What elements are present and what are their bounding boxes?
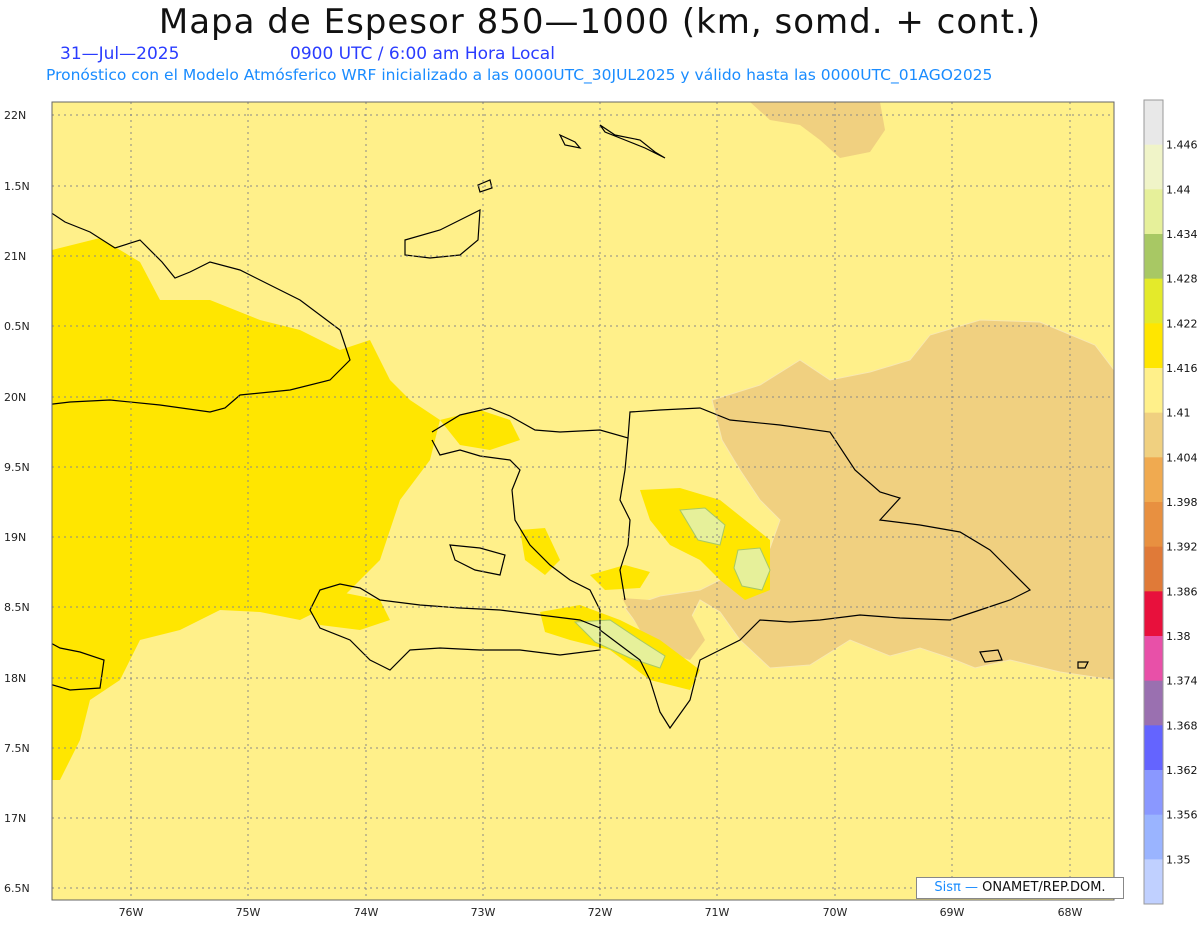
y-label: 1.5N (4, 180, 30, 193)
colorbar-label: 1.434 (1166, 228, 1198, 241)
colorbar-swatch (1144, 368, 1163, 414)
colorbar-label: 1.374 (1166, 675, 1198, 688)
colorbar-label: 1.35 (1166, 853, 1191, 866)
y-label: 21N (4, 250, 26, 263)
colorbar-label: 1.398 (1166, 496, 1198, 509)
thickness-map: 22N 1.5N 21N 0.5N 20N 9.5N 19N 8.5N 18N … (4, 99, 1198, 919)
colorbar-swatch (1144, 770, 1163, 816)
x-label: 71W (705, 906, 730, 919)
credit-box: Sisπ — ONAMET/REP.DOM. (916, 877, 1124, 899)
y-label: 0.5N (4, 320, 30, 333)
x-label: 74W (354, 906, 379, 919)
y-label: 9.5N (4, 461, 30, 474)
y-label: 8.5N (4, 601, 30, 614)
colorbar-swatch (1144, 502, 1163, 548)
colorbar-label: 1.428 (1166, 273, 1198, 286)
colorbar-label: 1.392 (1166, 541, 1198, 554)
colorbar-label: 1.446 (1166, 139, 1198, 152)
colorbar-label: 1.44 (1166, 183, 1191, 196)
x-label: 69W (940, 906, 965, 919)
x-label: 72W (588, 906, 613, 919)
y-label: 22N (4, 109, 26, 122)
y-label: 20N (4, 391, 26, 404)
colorbar-swatch (1144, 278, 1163, 324)
colorbar-label: 1.386 (1166, 585, 1198, 598)
colorbar-swatch (1144, 189, 1163, 235)
colorbar-swatch (1144, 412, 1163, 458)
colorbar-swatch (1144, 591, 1163, 637)
x-axis: 76W 75W 74W 73W 72W 71W 70W 69W 68W (119, 906, 1083, 919)
colorbar-swatch (1144, 323, 1163, 369)
colorbar-swatch (1144, 144, 1163, 190)
y-label: 19N (4, 531, 26, 544)
y-label: 6.5N (4, 882, 30, 895)
x-label: 75W (236, 906, 261, 919)
x-label: 70W (823, 906, 848, 919)
y-axis: 22N 1.5N 21N 0.5N 20N 9.5N 19N 8.5N 18N … (4, 109, 30, 895)
colorbar-label: 1.416 (1166, 362, 1198, 375)
x-label: 68W (1058, 906, 1083, 919)
colorbar-swatch (1144, 680, 1163, 726)
y-label: 17N (4, 812, 26, 825)
colorbar-swatch (1144, 636, 1163, 682)
colorbar-swatch (1144, 814, 1163, 860)
y-label: 18N (4, 672, 26, 685)
colorbar-swatch (1144, 546, 1163, 592)
credit-text: ONAMET/REP.DOM. (982, 880, 1106, 895)
x-label: 73W (471, 906, 496, 919)
colorbar-swatch (1144, 234, 1163, 280)
colorbar-label: 1.404 (1166, 451, 1198, 464)
y-label: 7.5N (4, 742, 30, 755)
colorbar: 1.446 1.44 1.434 1.428 1.422 1.416 1.41 1.404 1.… (1143, 99, 1198, 905)
colorbar-swatch (1144, 457, 1163, 503)
colorbar-label: 1.368 (1166, 719, 1198, 732)
colorbar-label: 1.356 (1166, 809, 1198, 822)
colorbar-swatch (1144, 859, 1163, 905)
credit-logo: Sisπ — (934, 880, 979, 895)
colorbar-label: 1.41 (1166, 407, 1191, 420)
colorbar-swatch (1144, 725, 1163, 771)
colorbar-label: 1.422 (1166, 317, 1198, 330)
x-label: 76W (119, 906, 144, 919)
colorbar-label: 1.38 (1166, 630, 1191, 643)
colorbar-label: 1.362 (1166, 764, 1198, 777)
colorbar-swatch (1144, 100, 1163, 146)
